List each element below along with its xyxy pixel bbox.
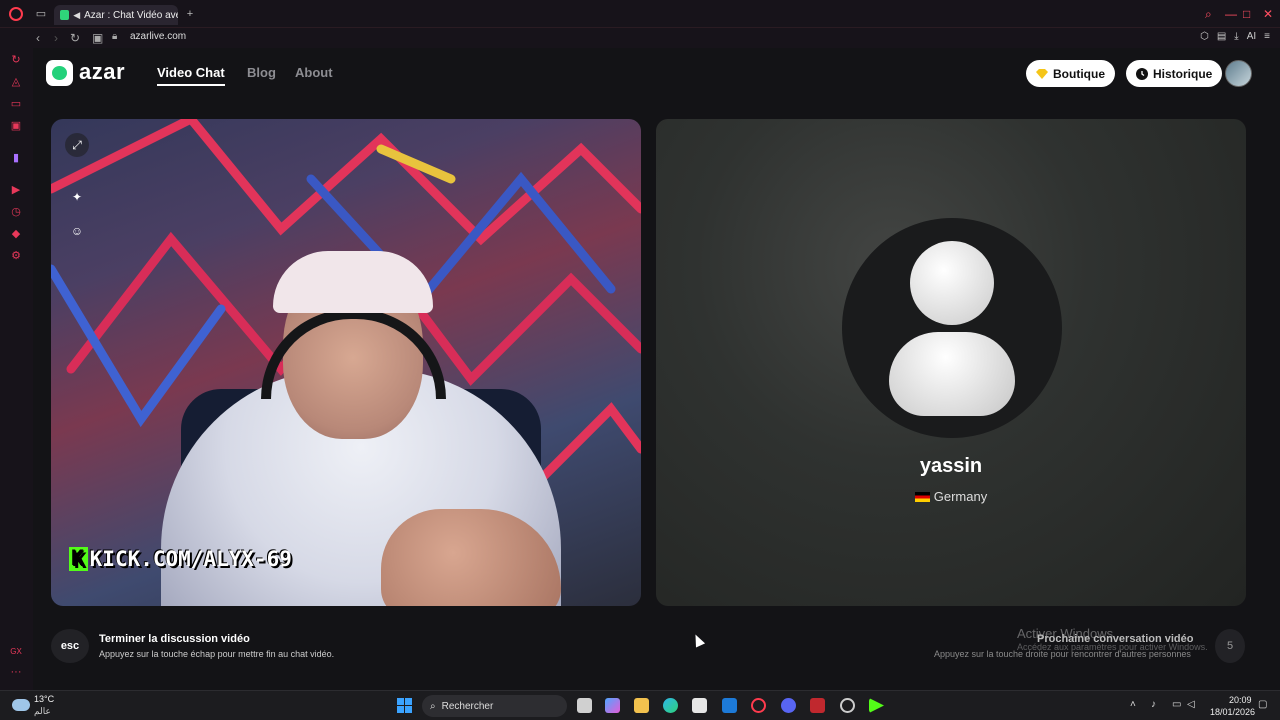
- tab-title: Azar : Chat Vidéo avec: [84, 9, 178, 21]
- sidebar-more-icon[interactable]: ···: [10, 666, 22, 678]
- sidebar-twitch-icon[interactable]: ▮: [10, 152, 22, 164]
- mouse-cursor-icon: [690, 632, 706, 648]
- opera-sidebar: ↻ ◬ ▭ ▣ ▮ ▶ ◷ ◆ ⚙ GX ···: [0, 48, 33, 690]
- edge-icon[interactable]: [663, 698, 678, 713]
- extensions-icon[interactable]: ⬡: [1200, 31, 1209, 42]
- browser-tab-azar[interactable]: ◀ Azar : Chat Vidéo avec: [54, 5, 178, 25]
- effects-wand-icon[interactable]: ✦: [65, 185, 89, 209]
- avatar-body-icon: [889, 332, 1015, 416]
- show-hidden-icons[interactable]: ˄: [1130, 699, 1136, 710]
- end-chat-title: Terminer la discussion vidéo: [99, 633, 250, 645]
- windows-start-icon[interactable]: [397, 698, 412, 713]
- next-chat-subtitle: Appuyez sur la touche droite pour rencon…: [934, 649, 1191, 659]
- aria-ai-button[interactable]: AI: [1247, 31, 1256, 42]
- taskbar-search[interactable]: ⌕ Rechercher: [422, 695, 567, 717]
- historique-label: Historique: [1153, 66, 1213, 81]
- sidebar-settings-icon[interactable]: ⚙: [10, 250, 22, 262]
- wallet-icon[interactable]: ▤: [1217, 31, 1226, 42]
- azar-page: azar Video Chat Blog About Boutique Hist…: [33, 48, 1280, 690]
- reload-icon[interactable]: ↻: [70, 31, 80, 45]
- azar-logo-text[interactable]: azar: [79, 59, 125, 85]
- peer-country: Germany: [656, 489, 1246, 504]
- user-avatar[interactable]: [1225, 60, 1252, 87]
- nav-about[interactable]: About: [295, 65, 333, 80]
- weather-temperature[interactable]: 13°C: [34, 694, 54, 704]
- sidebar-gx-icon[interactable]: GX: [10, 646, 22, 658]
- opera-logo-icon[interactable]: [9, 7, 23, 21]
- back-icon[interactable]: ‹: [36, 31, 40, 45]
- obs-icon[interactable]: [840, 698, 855, 713]
- azar-logo-icon[interactable]: [46, 60, 73, 86]
- weather-condition[interactable]: عالم: [34, 706, 51, 717]
- peer-avatar: [842, 218, 1062, 438]
- esc-button[interactable]: esc: [51, 629, 89, 663]
- historique-button[interactable]: Historique: [1126, 60, 1223, 87]
- sidebar-app-icon[interactable]: ▣: [10, 120, 22, 132]
- person-cap: [273, 251, 433, 313]
- outlook-icon[interactable]: [722, 698, 737, 713]
- kick-logo-icon: K: [69, 547, 88, 571]
- url-field[interactable]: azarlive.com: [130, 31, 186, 42]
- clock-time[interactable]: 20:09: [1229, 695, 1252, 705]
- clock-icon: [1136, 67, 1148, 80]
- remote-video-panel: yassin Germany: [656, 119, 1246, 606]
- search-placeholder: Rechercher: [441, 700, 494, 712]
- sidebar-chat-icon[interactable]: ▭: [10, 98, 22, 110]
- new-tab-icon[interactable]: +: [184, 8, 196, 20]
- expand-icon[interactable]: ⤢: [65, 133, 89, 157]
- sidebar-pinboard-icon[interactable]: ◆: [10, 228, 22, 240]
- sidebar-player-icon[interactable]: ▶: [10, 184, 22, 196]
- network-icon[interactable]: ▭: [1172, 699, 1181, 710]
- opera-gx-taskbar-icon[interactable]: [751, 698, 766, 713]
- azar-favicon-icon: [60, 10, 70, 20]
- menu-icon[interactable]: ≡: [1264, 31, 1270, 42]
- cloud-icon[interactable]: [12, 699, 30, 711]
- face-filter-icon[interactable]: ☺: [65, 219, 89, 243]
- nav-active-underline: [157, 84, 225, 86]
- windows-taskbar: 13°C عالم ⌕ Rechercher ˄ ♪ ▭ ◁ 20:09 18/…: [0, 690, 1280, 720]
- kick-overlay: K KICK.COM/ALYX-69: [69, 547, 292, 571]
- clock-date[interactable]: 18/01/2026: [1210, 707, 1255, 717]
- next-chat-button[interactable]: 5: [1215, 629, 1245, 663]
- gem-icon: [1036, 68, 1048, 79]
- volume-icon[interactable]: ◁: [1187, 699, 1195, 710]
- kick-url-text: KICK.COM/ALYX-69: [89, 547, 292, 571]
- address-bar: ‹ › ↻ ▣ 🔒︎ azarlive.com ⬡ ▤ ⤓ AI ≡: [0, 28, 1280, 48]
- sidebar-shop-icon[interactable]: ◬: [10, 76, 22, 88]
- sidebar-history-icon[interactable]: ◷: [10, 206, 22, 218]
- next-chat-title: Prochaine conversation vidéo: [1037, 633, 1194, 645]
- search-tabs-icon[interactable]: ⌕: [1205, 8, 1212, 20]
- tab-islands-icon[interactable]: ▭: [35, 8, 47, 20]
- download-icon[interactable]: ⤓: [1234, 31, 1238, 42]
- peer-country-label: Germany: [933, 489, 988, 504]
- nav-video-chat[interactable]: Video Chat: [157, 65, 225, 80]
- copilot-icon[interactable]: [605, 698, 620, 713]
- kick-taskbar-icon[interactable]: [869, 698, 884, 713]
- search-icon: ⌕: [430, 700, 436, 712]
- avatar-head-icon: [910, 241, 994, 325]
- nav-blog[interactable]: Blog: [247, 65, 276, 80]
- app-red-icon[interactable]: [810, 698, 825, 713]
- notifications-icon[interactable]: ▢: [1258, 699, 1267, 710]
- browser-titlebar: ▭ ◀ Azar : Chat Vidéo avec + ⌕ — □ ✕: [0, 0, 1280, 28]
- file-explorer-icon[interactable]: [634, 698, 649, 713]
- lock-icon: 🔒︎: [112, 31, 118, 42]
- maximize-icon[interactable]: □: [1243, 8, 1250, 20]
- camera-icon[interactable]: ▣: [92, 31, 103, 45]
- forward-icon[interactable]: ›: [54, 31, 58, 45]
- discord-icon[interactable]: [781, 698, 796, 713]
- end-chat-subtitle: Appuyez sur la touche échap pour mettre …: [99, 649, 335, 659]
- microphone-icon[interactable]: ♪: [1151, 699, 1156, 710]
- local-video-panel: ⤢ ✦ ☺ K KICK.COM/ALYX-69: [51, 119, 641, 606]
- sidebar-refresh-icon[interactable]: ↻: [10, 54, 22, 66]
- minimize-icon[interactable]: —: [1225, 8, 1237, 20]
- germany-flag-icon: [914, 491, 930, 502]
- boutique-label: Boutique: [1053, 66, 1105, 81]
- store-icon[interactable]: [692, 698, 707, 713]
- peer-name: yassin: [919, 455, 983, 477]
- close-window-icon[interactable]: ✕: [1263, 8, 1273, 20]
- speaker-icon[interactable]: ◀: [73, 10, 80, 21]
- boutique-button[interactable]: Boutique: [1026, 60, 1115, 87]
- task-view-icon[interactable]: [577, 698, 592, 713]
